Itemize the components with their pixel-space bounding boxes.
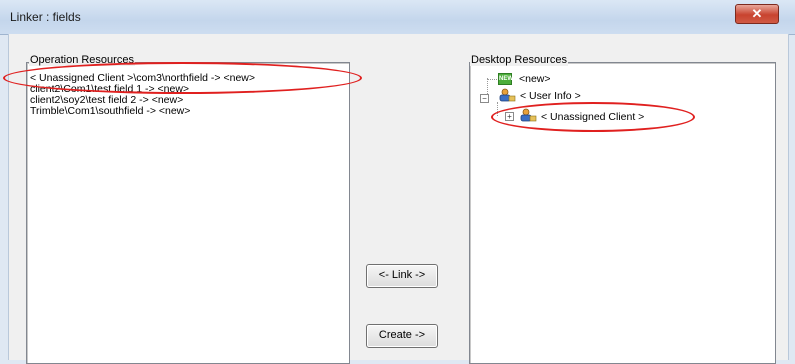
tree-node-user-info[interactable]: < User Info > [520, 90, 581, 102]
close-icon: ✕ [751, 6, 763, 21]
annotation-ellipse [3, 62, 362, 94]
desktop-resources-label: Desktop Resources [470, 54, 568, 66]
link-button[interactable]: <- Link -> [366, 264, 438, 288]
new-item-icon: NEW [498, 73, 513, 85]
create-button[interactable]: Create -> [366, 324, 438, 348]
minus-icon[interactable]: − [480, 94, 489, 103]
window-title: Linker : fields [10, 10, 81, 24]
user-icon [499, 88, 516, 102]
tree-connector [487, 79, 497, 80]
title-bar: Linker : fields ✕ [0, 0, 795, 35]
dialog-body: Operation Resources < Unassigned Client … [3, 34, 789, 364]
close-button[interactable]: ✕ [735, 4, 779, 24]
tree-node-new[interactable]: <new> [519, 73, 551, 85]
list-item[interactable]: Trimble\Com1\southfield -> <new> [30, 105, 190, 117]
annotation-ellipse [491, 102, 695, 132]
